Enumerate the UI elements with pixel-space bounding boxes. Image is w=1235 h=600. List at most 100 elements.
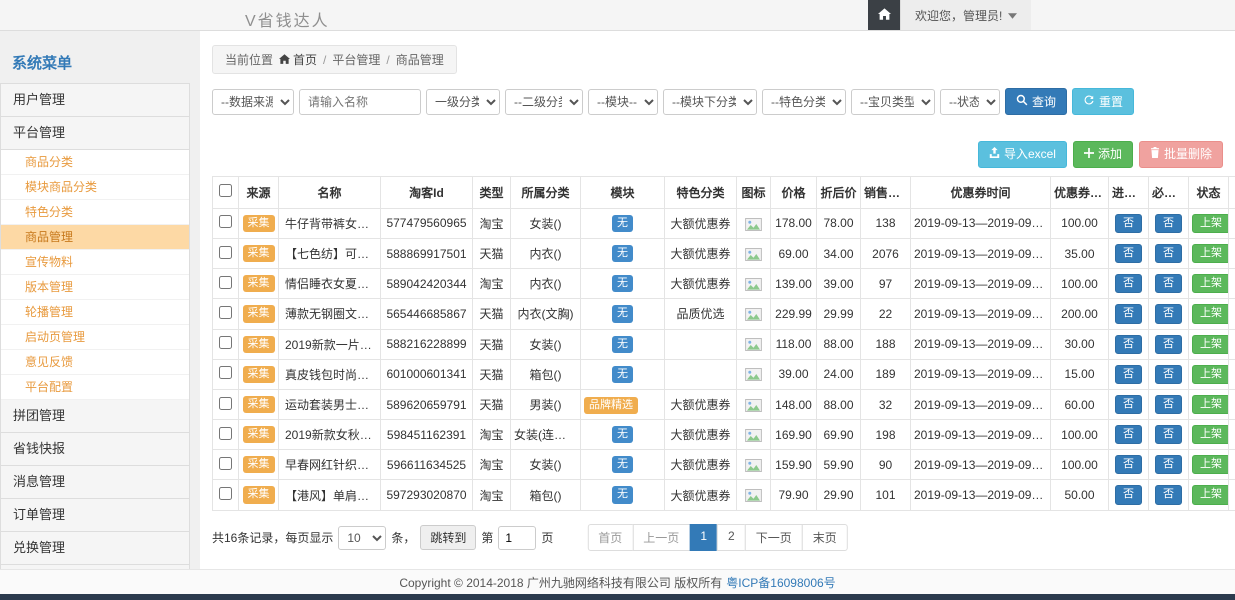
sidebar-item-8[interactable]: 轮播管理 bbox=[1, 300, 189, 325]
sidebar-item-11[interactable]: 平台配置 bbox=[1, 375, 189, 400]
import-select-toggle[interactable]: 否 bbox=[1115, 244, 1142, 263]
user-menu[interactable]: 欢迎您，管理员! bbox=[900, 0, 1031, 30]
sidebar-item-16[interactable]: 兑换管理 bbox=[1, 532, 189, 565]
row-checkbox[interactable] bbox=[219, 215, 232, 228]
import-excel-button[interactable]: 导入excel bbox=[978, 141, 1067, 167]
price: 159.90 bbox=[771, 450, 817, 480]
module-badge: 无 bbox=[612, 426, 633, 443]
must-buy-toggle[interactable]: 否 bbox=[1155, 365, 1182, 384]
image-icon bbox=[745, 308, 762, 321]
sidebar-item-9[interactable]: 启动页管理 bbox=[1, 325, 189, 350]
select-all-checkbox[interactable] bbox=[219, 184, 232, 197]
must-buy-toggle[interactable]: 否 bbox=[1155, 425, 1182, 444]
reset-button[interactable]: 重置 bbox=[1072, 88, 1134, 115]
sidebar-item-6[interactable]: 宣传物料 bbox=[1, 250, 189, 275]
filter-feature-category[interactable]: --特色分类-- bbox=[762, 89, 846, 115]
filter-bar: --数据来源-- 一级分类 --二级分类-- --模块-- --模块下分类-- … bbox=[212, 88, 1223, 115]
filter-status[interactable]: --状态-- bbox=[940, 89, 1000, 115]
import-select-toggle[interactable]: 否 bbox=[1115, 304, 1142, 323]
import-select-toggle[interactable]: 否 bbox=[1115, 274, 1142, 293]
pagination-page-2[interactable]: 2 bbox=[717, 524, 746, 551]
row-checkbox[interactable] bbox=[219, 246, 232, 259]
must-buy-toggle[interactable]: 否 bbox=[1155, 244, 1182, 263]
add-button[interactable]: 添加 bbox=[1073, 141, 1133, 167]
feature-category: 大额优惠券 bbox=[665, 208, 737, 238]
sidebar-item-2[interactable]: 商品分类 bbox=[1, 150, 189, 175]
status-button[interactable]: 上架 bbox=[1192, 335, 1229, 354]
row-checkbox[interactable] bbox=[219, 487, 232, 500]
must-buy-toggle[interactable]: 否 bbox=[1155, 395, 1182, 414]
filter-data-source[interactable]: --数据来源-- bbox=[212, 89, 294, 115]
row-checkbox[interactable] bbox=[219, 306, 232, 319]
breadcrumb-home-link[interactable]: 首页 bbox=[279, 51, 317, 68]
must-buy-toggle[interactable]: 否 bbox=[1155, 214, 1182, 233]
home-button[interactable] bbox=[868, 0, 900, 30]
pagination-next[interactable]: 下一页 bbox=[745, 524, 803, 551]
status-button[interactable]: 上架 bbox=[1192, 214, 1229, 233]
row-checkbox[interactable] bbox=[219, 276, 232, 289]
module-badge: 无 bbox=[612, 336, 633, 353]
row-checkbox[interactable] bbox=[219, 397, 232, 410]
sidebar-item-14[interactable]: 消息管理 bbox=[1, 466, 189, 499]
sidebar-item-5[interactable]: 商品管理 bbox=[1, 225, 189, 250]
filter-category-level1[interactable]: 一级分类 bbox=[426, 89, 500, 115]
import-select-toggle[interactable]: 否 bbox=[1115, 395, 1142, 414]
pagination-page-1[interactable]: 1 bbox=[689, 524, 718, 551]
import-select-toggle[interactable]: 否 bbox=[1115, 335, 1142, 354]
status-button[interactable]: 上架 bbox=[1192, 485, 1229, 504]
sales-count: 97 bbox=[861, 269, 911, 299]
sidebar-item-1[interactable]: 平台管理 bbox=[1, 117, 189, 150]
sidebar-item-15[interactable]: 订单管理 bbox=[1, 499, 189, 532]
import-select-toggle[interactable]: 否 bbox=[1115, 455, 1142, 474]
sidebar-item-4[interactable]: 特色分类 bbox=[1, 200, 189, 225]
icp-link[interactable]: 粤ICP备16098006号 bbox=[726, 574, 835, 591]
discount-price: 88.00 bbox=[817, 329, 861, 359]
sidebar-item-7[interactable]: 版本管理 bbox=[1, 275, 189, 300]
must-buy-toggle[interactable]: 否 bbox=[1155, 335, 1182, 354]
sidebar-item-13[interactable]: 省钱快报 bbox=[1, 433, 189, 466]
import-select-toggle[interactable]: 否 bbox=[1115, 214, 1142, 233]
image-icon bbox=[745, 429, 762, 442]
row-checkbox[interactable] bbox=[219, 457, 232, 470]
status-button[interactable]: 上架 bbox=[1192, 365, 1229, 384]
filter-module[interactable]: --模块-- bbox=[588, 89, 658, 115]
product-type: 天猫 bbox=[473, 329, 511, 359]
row-checkbox[interactable] bbox=[219, 366, 232, 379]
sidebar-item-3[interactable]: 模块商品分类 bbox=[1, 175, 189, 200]
search-button[interactable]: 查询 bbox=[1005, 88, 1067, 115]
must-buy-toggle[interactable]: 否 bbox=[1155, 455, 1182, 474]
status-button[interactable]: 上架 bbox=[1192, 244, 1229, 263]
product-category: 箱包() bbox=[511, 480, 581, 510]
name-search-input[interactable] bbox=[299, 89, 421, 115]
must-buy-toggle[interactable]: 否 bbox=[1155, 274, 1182, 293]
jump-button[interactable]: 跳转到 bbox=[420, 525, 476, 550]
pagination-first[interactable]: 首页 bbox=[587, 524, 633, 551]
filter-category-level2[interactable]: --二级分类-- bbox=[505, 89, 583, 115]
pagination-last[interactable]: 末页 bbox=[802, 524, 848, 551]
import-select-toggle[interactable]: 否 bbox=[1115, 485, 1142, 504]
row-checkbox[interactable] bbox=[219, 336, 232, 349]
must-buy-toggle[interactable]: 否 bbox=[1155, 304, 1182, 323]
filter-item-type[interactable]: --宝贝类型-- bbox=[851, 89, 935, 115]
per-page-select[interactable]: 10 bbox=[338, 526, 386, 550]
import-select-toggle[interactable]: 否 bbox=[1115, 425, 1142, 444]
module-cell: 无 bbox=[581, 359, 665, 389]
sidebar-item-10[interactable]: 意见反馈 bbox=[1, 350, 189, 375]
table-row: 采集【七色纺】可爱纯棉家...588869917501天猫内衣()无大额优惠券6… bbox=[213, 238, 1235, 268]
must-buy-toggle[interactable]: 否 bbox=[1155, 485, 1182, 504]
import-select-toggle[interactable]: 否 bbox=[1115, 365, 1142, 384]
pagination-prev[interactable]: 上一页 bbox=[632, 524, 690, 551]
status-button[interactable]: 上架 bbox=[1192, 425, 1229, 444]
status-button[interactable]: 上架 bbox=[1192, 304, 1229, 323]
column-header-8: 图标 bbox=[737, 176, 771, 208]
sidebar-item-12[interactable]: 拼团管理 bbox=[1, 400, 189, 433]
page-number-input[interactable] bbox=[498, 526, 536, 550]
status-button[interactable]: 上架 bbox=[1192, 274, 1229, 293]
sidebar-item-0[interactable]: 用户管理 bbox=[1, 84, 189, 117]
status-button[interactable]: 上架 bbox=[1192, 395, 1229, 414]
batch-delete-button[interactable]: 批量删除 bbox=[1139, 141, 1223, 167]
status-button[interactable]: 上架 bbox=[1192, 455, 1229, 474]
filter-module-subcategory[interactable]: --模块下分类-- bbox=[663, 89, 757, 115]
row-checkbox[interactable] bbox=[219, 427, 232, 440]
price: 169.90 bbox=[771, 420, 817, 450]
